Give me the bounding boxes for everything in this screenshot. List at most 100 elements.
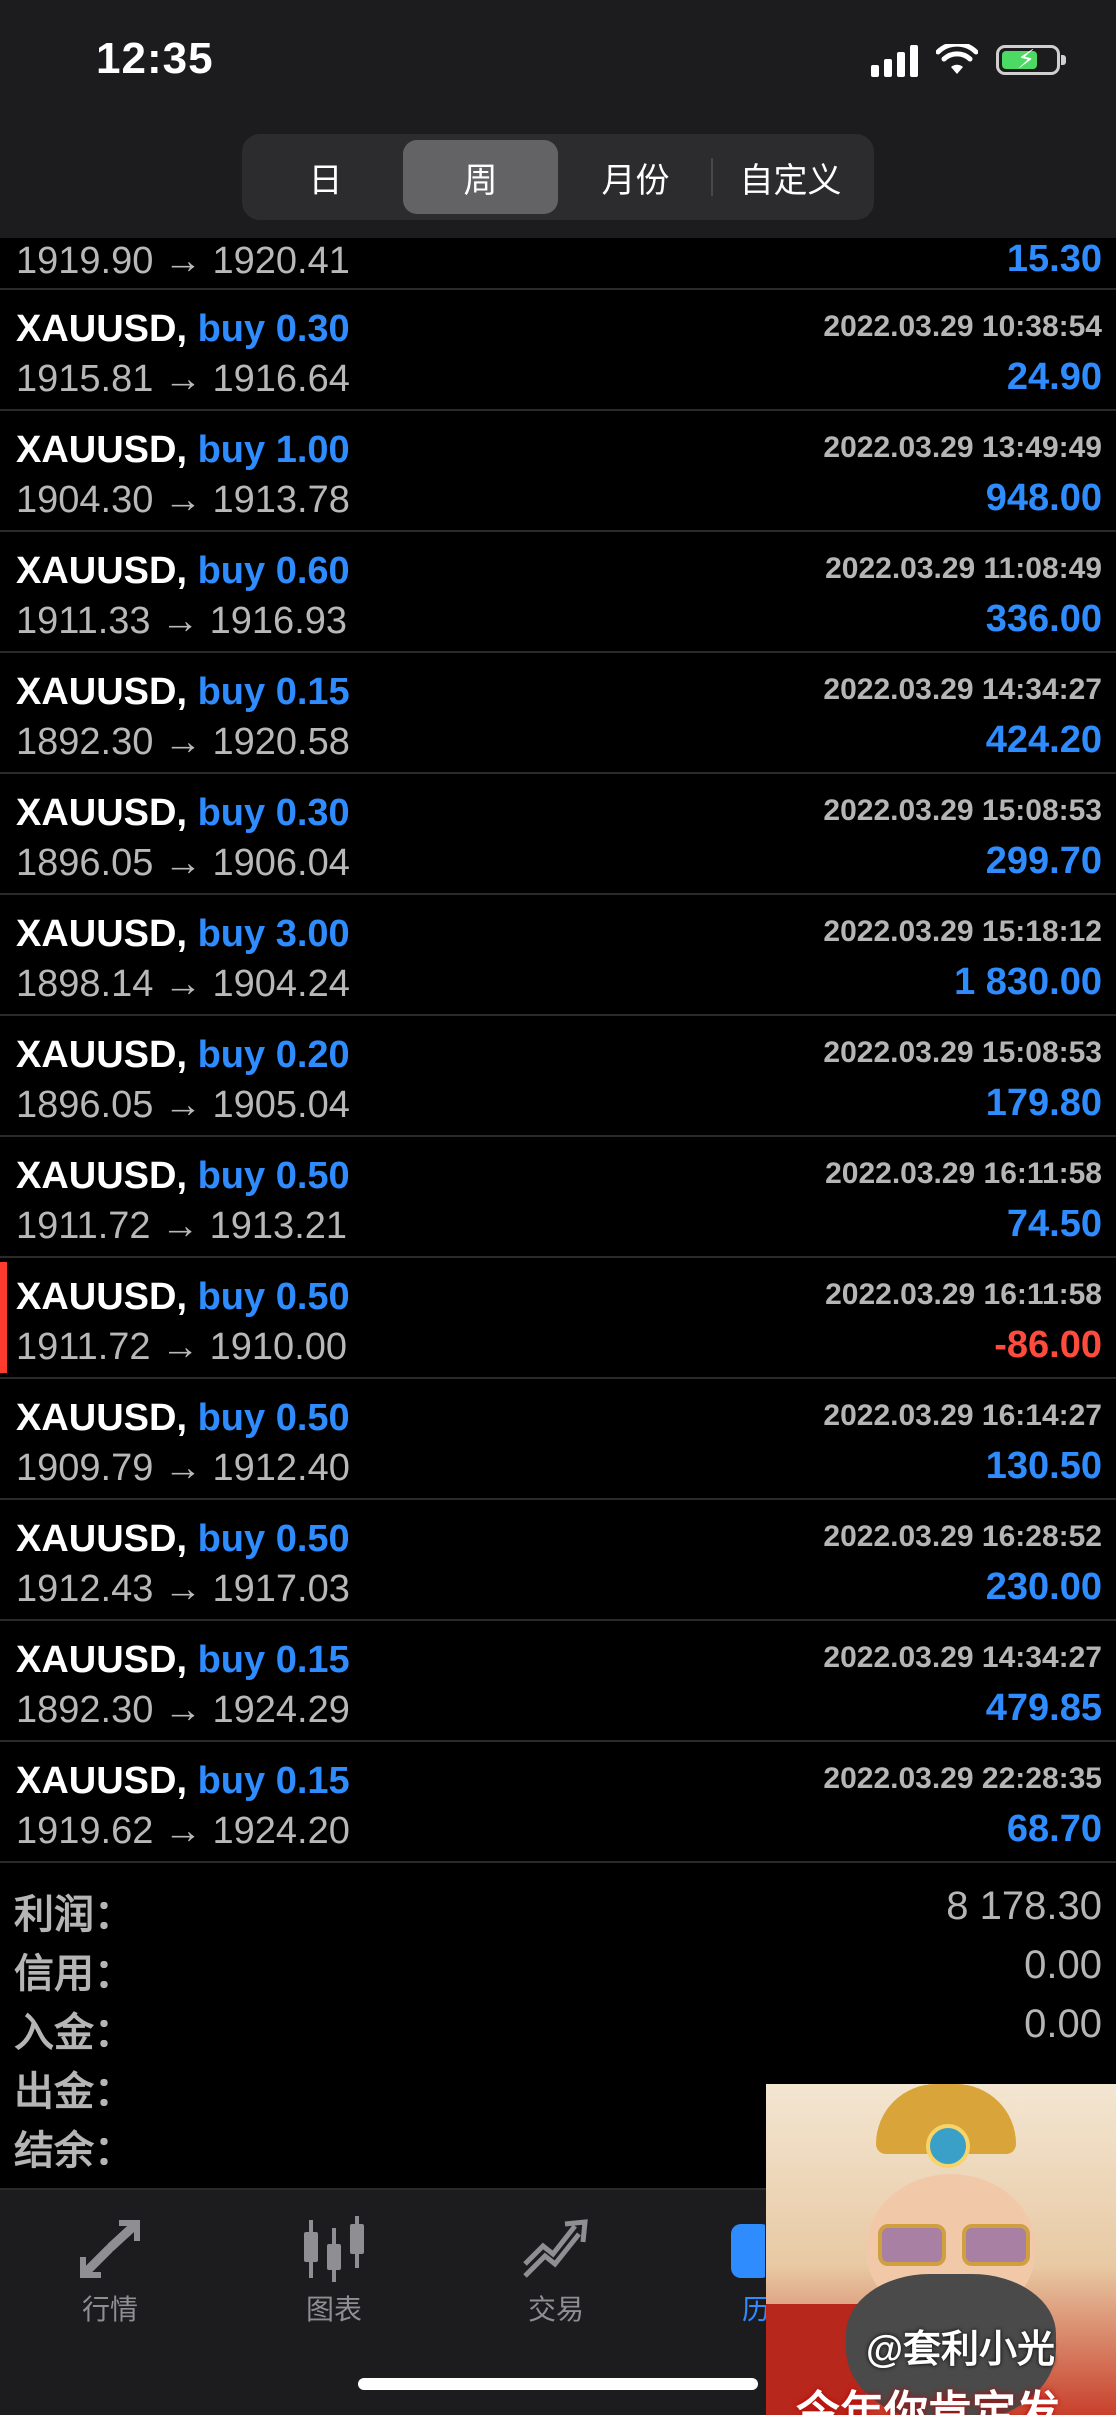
tab-charts[interactable]: 图表 xyxy=(244,2214,424,2328)
deal-prices: 1911.72 → 1910.00 xyxy=(16,1326,348,1368)
deal-time: 2022.03.29 15:18:12 xyxy=(823,915,1102,948)
deal-side: buy 0.15 xyxy=(197,1639,350,1681)
overlay-sticker-image: @套利小光 今年你肯定发 xyxy=(766,2084,1116,2415)
deal-history-list[interactable]: 1919.90 → 1920.41 15.30 XAUUSD, buy 0.30… xyxy=(0,238,1116,1863)
deal-row[interactable]: XAUUSD, buy 0.50 2022.03.29 16:14:27 1909.… xyxy=(0,1379,1116,1500)
deal-row[interactable]: XAUUSD, buy 0.60 2022.03.29 11:08:49 1911.… xyxy=(0,532,1116,653)
tab-day[interactable]: 日 xyxy=(248,140,403,214)
watermark-text: @套利小光 xyxy=(866,2329,1056,2371)
summary-value: 8 178.30 xyxy=(946,1884,1102,1928)
tab-history[interactable]: 历 xyxy=(690,2214,770,2328)
sticker-banner-text: 今年你肯定发 xyxy=(796,2388,1060,2415)
period-segmented-control: 日 周 月份 自定义 xyxy=(242,134,874,220)
deal-symbol: XAUUSD, xyxy=(16,671,188,713)
home-indicator xyxy=(358,2378,758,2390)
deal-title: XAUUSD, buy 3.00 xyxy=(16,913,350,956)
deal-side: buy 0.15 xyxy=(197,1760,350,1802)
deal-side: buy 0.20 xyxy=(197,1034,350,1076)
status-icons: ⚡ xyxy=(871,40,1066,80)
status-time: 12:35 xyxy=(96,34,214,83)
deal-time: 2022.03.29 13:49:49 xyxy=(823,431,1102,464)
deal-prices: 1896.05 → 1905.04 xyxy=(16,1084,350,1126)
deal-profit: 230.00 xyxy=(985,1566,1102,1608)
deal-profit: 179.80 xyxy=(985,1082,1102,1124)
deal-row[interactable]: XAUUSD, buy 0.15 2022.03.29 14:34:27 1892.… xyxy=(0,653,1116,774)
deal-row-partial[interactable]: 1919.90 → 1920.41 15.30 xyxy=(0,238,1116,290)
deal-symbol: XAUUSD, xyxy=(16,1760,188,1802)
deal-row[interactable]: XAUUSD, buy 1.00 2022.03.29 13:49:49 1904.… xyxy=(0,411,1116,532)
quotes-arrows-icon xyxy=(20,2214,200,2284)
deal-prices: 1919.90 → 1920.41 xyxy=(16,240,350,282)
deal-prices: 1912.43 → 1917.03 xyxy=(16,1568,350,1610)
deal-symbol: XAUUSD, xyxy=(16,1518,188,1560)
deal-row[interactable]: XAUUSD, buy 0.50 2022.03.29 16:28:52 1912.… xyxy=(0,1500,1116,1621)
deal-symbol: XAUUSD, xyxy=(16,1155,188,1197)
deal-time: 2022.03.29 14:34:27 xyxy=(823,1641,1102,1674)
deal-symbol: XAUUSD, xyxy=(16,792,188,834)
deal-side: buy 3.00 xyxy=(197,913,350,955)
deal-title: XAUUSD, buy 0.15 xyxy=(16,671,350,714)
deal-symbol: XAUUSD, xyxy=(16,1034,188,1076)
trade-trend-icon xyxy=(466,2214,646,2284)
deal-row[interactable]: XAUUSD, buy 0.30 2022.03.29 10:38:54 1915.… xyxy=(0,290,1116,411)
tab-trade[interactable]: 交易 xyxy=(466,2214,646,2328)
tab-week[interactable]: 周 xyxy=(403,140,558,214)
deal-profit: 1 830.00 xyxy=(954,961,1102,1003)
deal-side: buy 0.15 xyxy=(197,671,350,713)
tab-custom[interactable]: 自定义 xyxy=(713,140,868,214)
history-icon xyxy=(690,2214,770,2284)
deal-side: buy 0.50 xyxy=(197,1155,350,1197)
summary-label: 结余： xyxy=(14,2129,134,2173)
deal-prices: 1911.33 → 1916.93 xyxy=(16,600,348,642)
deal-prices: 1892.30 → 1920.58 xyxy=(16,721,350,763)
summary-label: 出金： xyxy=(14,2070,134,2114)
deal-symbol: XAUUSD, xyxy=(16,913,188,955)
deal-side: buy 0.50 xyxy=(197,1276,350,1318)
deal-symbol: XAUUSD, xyxy=(16,1276,188,1318)
deal-prices: 1915.81 → 1916.64 xyxy=(16,358,350,400)
deal-row[interactable]: XAUUSD, buy 0.50 2022.03.29 16:11:58 1911.… xyxy=(0,1137,1116,1258)
deal-side: buy 0.50 xyxy=(197,1518,350,1560)
deal-time: 2022.03.29 16:28:52 xyxy=(823,1520,1102,1553)
deal-profit: 130.50 xyxy=(985,1445,1102,1487)
deal-profit: 24.90 xyxy=(1006,356,1102,398)
deal-row[interactable]: XAUUSD, buy 0.15 2022.03.29 22:28:35 1919.… xyxy=(0,1742,1116,1863)
deal-title: XAUUSD, buy 0.50 xyxy=(16,1397,350,1440)
deal-side: buy 0.30 xyxy=(197,792,350,834)
summary-label: 入金： xyxy=(14,2011,134,2055)
deal-profit: 299.70 xyxy=(985,840,1102,882)
deal-symbol: XAUUSD, xyxy=(16,308,188,350)
deal-title: XAUUSD, buy 0.30 xyxy=(16,308,350,351)
deal-title: XAUUSD, buy 0.15 xyxy=(16,1760,350,1803)
deal-row[interactable]: XAUUSD, buy 3.00 2022.03.29 15:18:12 1898.… xyxy=(0,895,1116,1016)
deal-time: 2022.03.29 15:08:53 xyxy=(823,1036,1102,1069)
deal-time: 2022.03.29 15:08:53 xyxy=(823,794,1102,827)
deal-symbol: XAUUSD, xyxy=(16,429,188,471)
deal-profit: 15.30 xyxy=(1006,238,1102,280)
deal-time: 2022.03.29 16:11:58 xyxy=(825,1157,1102,1190)
deal-row[interactable]: XAUUSD, buy 0.20 2022.03.29 15:08:53 1896.… xyxy=(0,1016,1116,1137)
summary-label: 利润： xyxy=(14,1893,134,1937)
summary-row: 利润： 8 178.30 xyxy=(0,1878,1116,1937)
deal-row[interactable]: XAUUSD, buy 0.15 2022.03.29 14:34:27 1892.… xyxy=(0,1621,1116,1742)
deal-time: 2022.03.29 16:14:27 xyxy=(823,1399,1102,1432)
deal-profit: 424.20 xyxy=(985,719,1102,761)
tab-quotes-label: 行情 xyxy=(81,2294,138,2325)
deal-time: 2022.03.29 14:34:27 xyxy=(823,673,1102,706)
tab-quotes[interactable]: 行情 xyxy=(20,2214,200,2328)
deal-prices: 1896.05 → 1906.04 xyxy=(16,842,350,884)
summary-value: 0.00 xyxy=(1024,1943,1102,1987)
deal-symbol: XAUUSD, xyxy=(16,1639,188,1681)
deal-title: XAUUSD, buy 0.30 xyxy=(16,792,350,835)
deal-profit: 74.50 xyxy=(1006,1203,1102,1245)
deal-title: XAUUSD, buy 0.15 xyxy=(16,1639,350,1682)
top-bar: 12:35 ⚡ 日 周 月份 自定义 xyxy=(0,0,1116,238)
deal-side: buy 0.60 xyxy=(197,550,350,592)
deal-time: 2022.03.29 11:08:49 xyxy=(825,552,1102,585)
deal-row[interactable]: XAUUSD, buy 0.30 2022.03.29 15:08:53 1896.… xyxy=(0,774,1116,895)
tab-month[interactable]: 月份 xyxy=(558,140,713,214)
summary-row: 信用： 0.00 xyxy=(0,1937,1116,1996)
deal-profit: 948.00 xyxy=(985,477,1102,519)
deal-row[interactable]: XAUUSD, buy 0.50 2022.03.29 16:11:58 1911.… xyxy=(0,1258,1116,1379)
deal-time: 2022.03.29 10:38:54 xyxy=(823,310,1102,343)
